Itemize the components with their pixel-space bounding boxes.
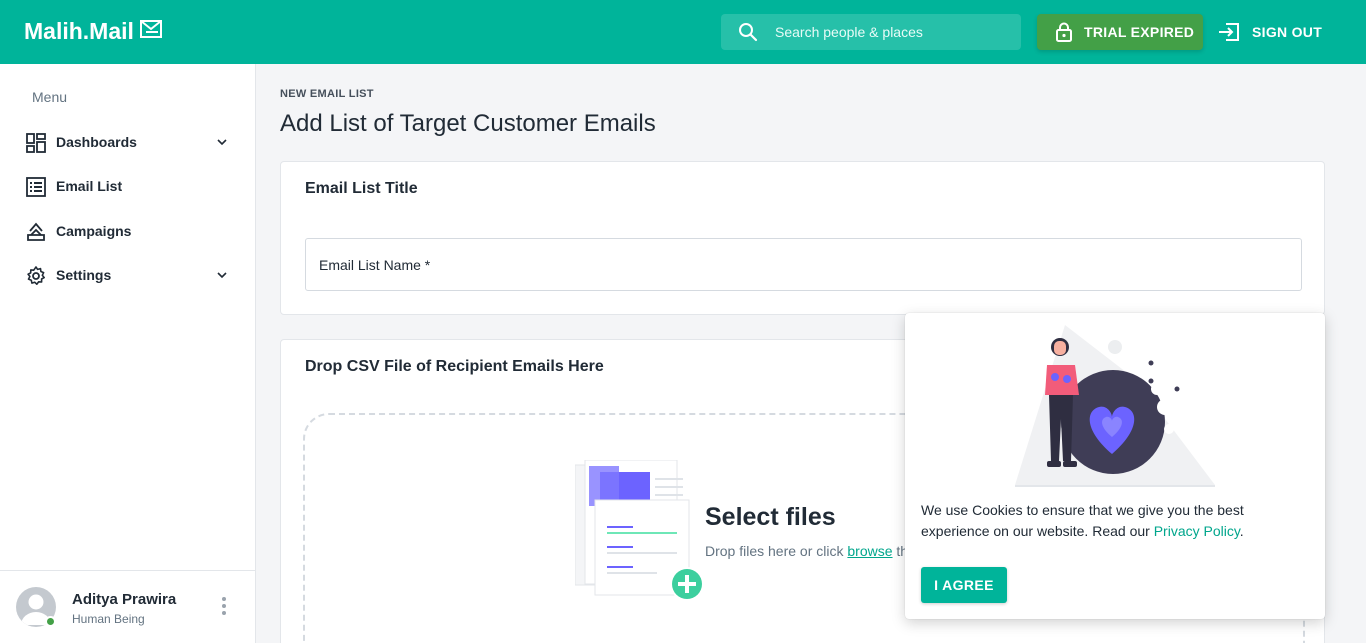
user-role: Human Being — [72, 612, 145, 626]
sign-out-icon — [1219, 23, 1239, 41]
campaign-icon — [25, 221, 47, 243]
list-icon — [25, 176, 47, 198]
sign-out-button[interactable]: SIGN OUT — [1218, 14, 1322, 50]
online-status-dot — [45, 616, 56, 627]
search-bar[interactable] — [721, 14, 1021, 50]
card-title: Drop CSV File of Recipient Emails Here — [305, 358, 604, 375]
chevron-down-icon — [217, 272, 227, 279]
chevron-down-icon — [217, 139, 227, 146]
cookie-text-end: . — [1239, 523, 1244, 539]
select-files-hint: Drop files here or click browse th — [705, 543, 908, 559]
hint-prefix: Drop files here or click — [705, 543, 848, 559]
sidebar-item-settings[interactable]: Settings — [0, 255, 255, 295]
email-list-title-card: Email List Title Email List Name * — [280, 161, 1325, 315]
user-name: Aditya Prawira — [72, 591, 177, 608]
mail-logo-icon — [139, 19, 162, 38]
menu-title: Menu — [32, 89, 68, 105]
sidebar-item-email-list[interactable]: Email List — [0, 166, 255, 206]
search-input[interactable] — [775, 24, 1005, 40]
user-profile: Aditya Prawira Human Being — [0, 570, 255, 643]
sidebar-item-label: Campaigns — [56, 223, 132, 239]
sidebar-item-label: Dashboards — [56, 134, 137, 150]
top-app-bar: Malih.Mail TRIAL EXPIRED SIGN OUT — [0, 0, 1366, 64]
brand-name: Malih.Mail — [24, 18, 134, 44]
breadcrumb: NEW EMAIL LIST — [280, 88, 374, 100]
sidebar-item-dashboards[interactable]: Dashboards — [0, 122, 255, 162]
sidebar-item-campaigns[interactable]: Campaigns — [0, 211, 255, 251]
lock-icon — [1056, 22, 1072, 42]
cookie-message: We use Cookies to ensure that we give yo… — [921, 500, 1313, 542]
field-label: Email List Name * — [319, 256, 431, 273]
trial-expired-button[interactable]: TRIAL EXPIRED — [1037, 14, 1203, 50]
sidebar: Menu Dashboards Email List Campaigns Set… — [0, 64, 256, 643]
gear-icon — [25, 265, 47, 287]
agree-button[interactable]: I AGREE — [921, 567, 1007, 603]
card-title: Email List Title — [305, 180, 418, 197]
more-options-icon[interactable] — [216, 593, 232, 619]
email-list-name-field[interactable]: Email List Name * — [305, 238, 1302, 291]
page-title: Add List of Target Customer Emails — [280, 110, 656, 137]
cookie-consent-dialog: We use Cookies to ensure that we give yo… — [905, 313, 1325, 619]
search-icon — [721, 22, 775, 42]
sidebar-item-label: Settings — [56, 267, 112, 283]
trial-expired-label: TRIAL EXPIRED — [1084, 24, 1195, 40]
browse-link[interactable]: browse — [847, 543, 892, 559]
privacy-policy-link[interactable]: Privacy Policy — [1154, 523, 1240, 539]
cookie-illustration — [1015, 325, 1215, 487]
dashboard-icon — [25, 132, 47, 154]
brand-logo[interactable]: Malih.Mail — [24, 18, 162, 45]
sign-out-label: SIGN OUT — [1252, 24, 1323, 40]
select-files-title: Select files — [705, 503, 836, 531]
sidebar-item-label: Email List — [56, 178, 123, 194]
upload-files-illustration — [575, 460, 704, 601]
